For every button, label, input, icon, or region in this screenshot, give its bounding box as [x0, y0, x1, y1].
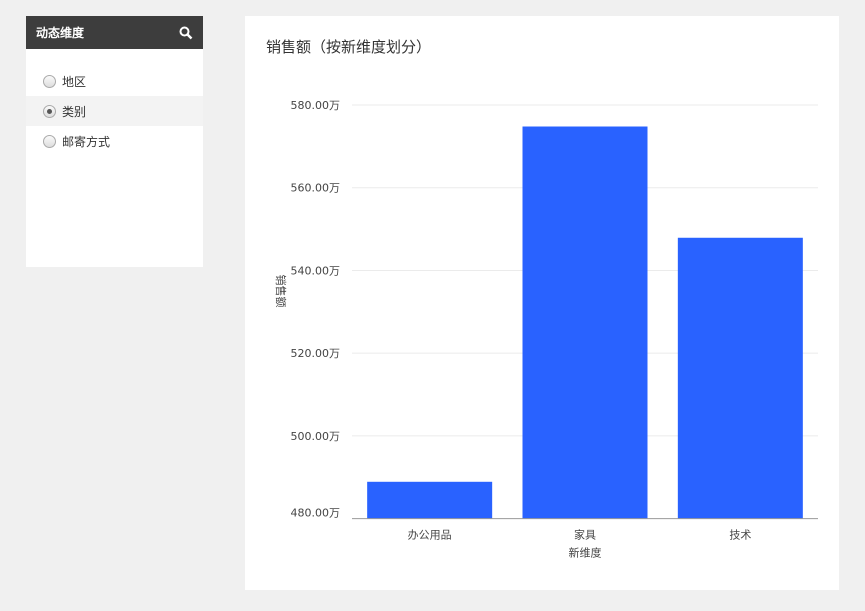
x-tick-label: 技术 — [729, 529, 751, 542]
x-tick-label: 办公用品 — [408, 529, 452, 542]
panel-title: 动态维度 — [36, 26, 85, 40]
search-icon[interactable] — [179, 26, 193, 40]
bar-1 — [522, 126, 648, 519]
dynamic-dimension-panel: 动态维度 地区 类别 邮寄方式 — [26, 16, 203, 267]
bar-0 — [367, 481, 493, 519]
y-tick-label: 520.00万 — [291, 347, 341, 360]
panel-header: 动态维度 — [26, 16, 203, 49]
option-label: 类别 — [62, 104, 87, 119]
y-tick-label: 500.00万 — [291, 430, 341, 443]
y-tick-label: 580.00万 — [291, 99, 341, 112]
radio-button[interactable] — [43, 134, 56, 148]
dimension-option-shipping[interactable]: 邮寄方式 — [26, 126, 203, 156]
dimension-option-region[interactable]: 地区 — [26, 66, 203, 96]
y-tick-label: 560.00万 — [291, 182, 341, 195]
bar-2 — [677, 237, 803, 519]
radio-button[interactable] — [43, 74, 56, 88]
option-label: 地区 — [62, 74, 87, 89]
bar-chart: 480.00万 500.00万 520.00万 540.00万 560.00万 580.0… — [274, 99, 818, 560]
y-axis-title: 销售额 — [274, 275, 288, 308]
chart-panel: 销售额（按新维度划分） 480.00万 500.00万 520.00万 540.00万… — [245, 16, 839, 590]
y-tick-label: 480.00万 — [291, 507, 341, 520]
y-tick-label: 540.00万 — [291, 264, 341, 277]
radio-button[interactable] — [43, 104, 56, 118]
dimension-option-category[interactable]: 类别 — [26, 96, 203, 126]
option-label: 邮寄方式 — [62, 134, 111, 149]
x-axis-title: 新维度 — [569, 546, 602, 560]
x-tick-label: 家具 — [574, 528, 596, 542]
